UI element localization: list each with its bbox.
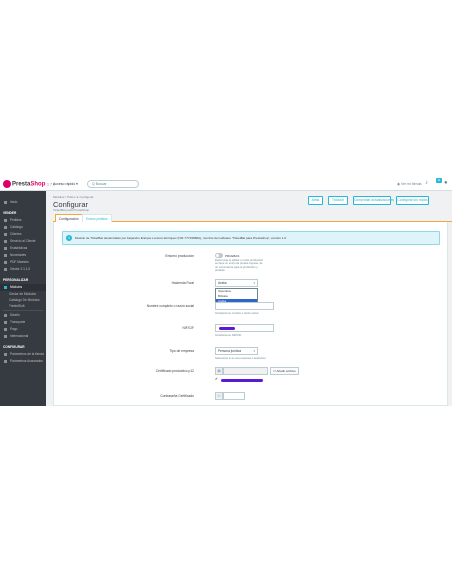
chevron-down-icon: ▾ <box>253 349 255 353</box>
trend-icon <box>4 200 7 204</box>
nif-label: NIF/CIF <box>182 326 194 330</box>
top-bar: PrestaShop 1.7.x Acceso rápido ▾ Q Busca… <box>0 178 452 191</box>
add-file-button[interactable]: ▭ Añadir archivo <box>270 367 299 375</box>
entorno-toggle[interactable] <box>215 253 223 258</box>
prestashop-logo-icon <box>3 180 11 188</box>
notifications-badge: 11 <box>436 178 442 183</box>
sidebar-item-clientes[interactable]: Clientes <box>0 231 46 238</box>
view-shop-link[interactable]: ◉ Ver mi tienda <box>397 182 421 186</box>
sidebar-item-pedidos[interactable]: Pedidos <box>0 217 46 224</box>
tipo-empresa-label: Tipo de empresa <box>169 349 194 353</box>
sidebar-item-estadisticas[interactable]: Estadísticas <box>0 245 46 252</box>
contrasena-input[interactable] <box>223 392 245 400</box>
gear-icon <box>4 267 7 271</box>
chevron-down-icon: ▾ <box>253 281 255 285</box>
cart-icon <box>4 218 7 222</box>
account-icon <box>4 232 7 236</box>
chat-icon <box>4 239 7 243</box>
card-icon <box>4 327 7 331</box>
quick-access-menu[interactable]: Acceso rápido ▾ <box>53 182 78 186</box>
chart-icon <box>4 246 7 250</box>
tipo-empresa-select[interactable]: Persona jurídica ▾ <box>215 347 258 355</box>
sidebar: Inicio VENDER Pedidos Catálogo Clientes … <box>0 191 46 406</box>
nif-help: Introduzca su NIF/CIF <box>215 334 242 337</box>
info-icon: i <box>66 235 72 241</box>
nombre-help: Introduzca su nombre o razón social <box>215 312 259 315</box>
settings-icon <box>4 352 7 356</box>
translate-button[interactable]: Traducir <box>328 196 348 205</box>
sidebar-item-novedades[interactable]: Novedades <box>0 252 46 259</box>
store-icon <box>4 225 7 229</box>
alert-text: Modulo de TicketBai desarrollado por Ale… <box>75 236 287 240</box>
sidebar-section-configurar: CONFIGURAR <box>3 345 25 349</box>
sidebar-item-catalogo[interactable]: Catálogo <box>0 224 46 231</box>
desktop-icon <box>4 313 7 317</box>
tab-bar: Configuración Envios pedidos <box>53 214 452 222</box>
sidebar-section-vender: VENDER <box>3 211 17 215</box>
hacienda-label: Hacienda Foral <box>171 281 194 285</box>
nombre-label: Nombre completo o razón social <box>146 304 194 308</box>
news-icon <box>4 253 7 257</box>
truck-icon <box>4 320 7 324</box>
puzzle-icon <box>4 285 7 289</box>
tipo-empresa-help: Seleccione si es una empresa o autónomo <box>215 357 266 360</box>
settings-applications-icon <box>4 359 7 363</box>
contrasena-label: Contraseña Certificado <box>160 394 194 398</box>
certificado-file-input[interactable] <box>223 367 268 375</box>
user-icon[interactable]: ● <box>444 180 448 186</box>
nif-input[interactable] <box>215 324 274 332</box>
sidebar-item-transporte[interactable]: Transporte <box>0 319 46 326</box>
certificado-label: Certificado productivo p12 <box>155 369 194 373</box>
sidebar-item-servicio[interactable]: Servicio al Cliente <box>0 238 46 245</box>
sidebar-item-diseno[interactable]: Diseño <box>0 312 46 319</box>
file-icon: ▤ <box>215 367 223 375</box>
sidebar-item-pago[interactable]: Pago <box>0 326 46 333</box>
info-alert: i Modulo de TicketBai desarrollado por A… <box>62 231 440 245</box>
sidebar-item-modulos[interactable]: Módulos <box>0 284 46 291</box>
sidebar-item-parametros-avanzados[interactable]: Parámetros Avanzados <box>0 358 46 365</box>
nombre-input[interactable] <box>215 302 274 310</box>
sidebar-section-personalizar: PERSONALIZAR <box>3 278 29 282</box>
sidebar-collapse[interactable] <box>0 191 46 199</box>
sidebar-item-pdf[interactable]: PDF Maestro <box>0 259 46 266</box>
entorno-label: Entorno producción <box>165 254 194 258</box>
sidebar-item-internacional[interactable]: Internacional <box>0 333 46 340</box>
breadcrumb[interactable]: Módulos / Ticket / ▸ Configurar <box>53 195 94 199</box>
prestashop-admin: PrestaShop 1.7.x Acceso rápido ▾ Q Busca… <box>0 178 452 406</box>
config-panel: i Modulo de TicketBai desarrollado por A… <box>53 222 448 406</box>
sidebar-item-gestor[interactable]: Gestor 2.1.1.0 <box>0 266 46 273</box>
configure-hooks-button[interactable]: Configurar los hooks <box>396 196 429 205</box>
check-updates-button[interactable]: Comprobar actualizaciones <box>353 196 394 205</box>
entorno-toggle-label: PRUEBAS <box>225 253 240 258</box>
back-button[interactable]: Atrás <box>308 196 323 205</box>
globe-icon <box>4 334 7 338</box>
tab-configuracion[interactable]: Configuración <box>55 214 83 222</box>
page-subtitle: TicketBAI para PrestaShop <box>53 208 90 212</box>
hacienda-select[interactable]: Araba ▾ <box>215 279 258 287</box>
sidebar-divider <box>3 310 43 311</box>
bell-icon[interactable]: ♪ <box>425 180 428 186</box>
search-input[interactable]: Q Buscar <box>87 180 139 188</box>
tab-envios-pedidos[interactable]: Envios pedidos <box>82 214 112 222</box>
check-icon: ✔ <box>215 377 218 381</box>
pdf-icon <box>4 260 7 264</box>
entorno-help: Determinar si utilizar o modo producción… <box>215 259 264 273</box>
sidebar-item-parametros-tienda[interactable]: Parámetros de la tienda <box>0 351 46 358</box>
key-icon: ⚿ <box>215 392 223 400</box>
prestashop-logo[interactable]: PrestaShop 1.7.x <box>3 180 55 188</box>
sidebar-item-inicio[interactable]: Inicio <box>0 199 46 206</box>
sidebar-subitem-treebitsoft[interactable]: TreebitSoft <box>0 303 46 309</box>
redacted-filename <box>221 379 263 382</box>
redacted-value <box>219 327 235 330</box>
